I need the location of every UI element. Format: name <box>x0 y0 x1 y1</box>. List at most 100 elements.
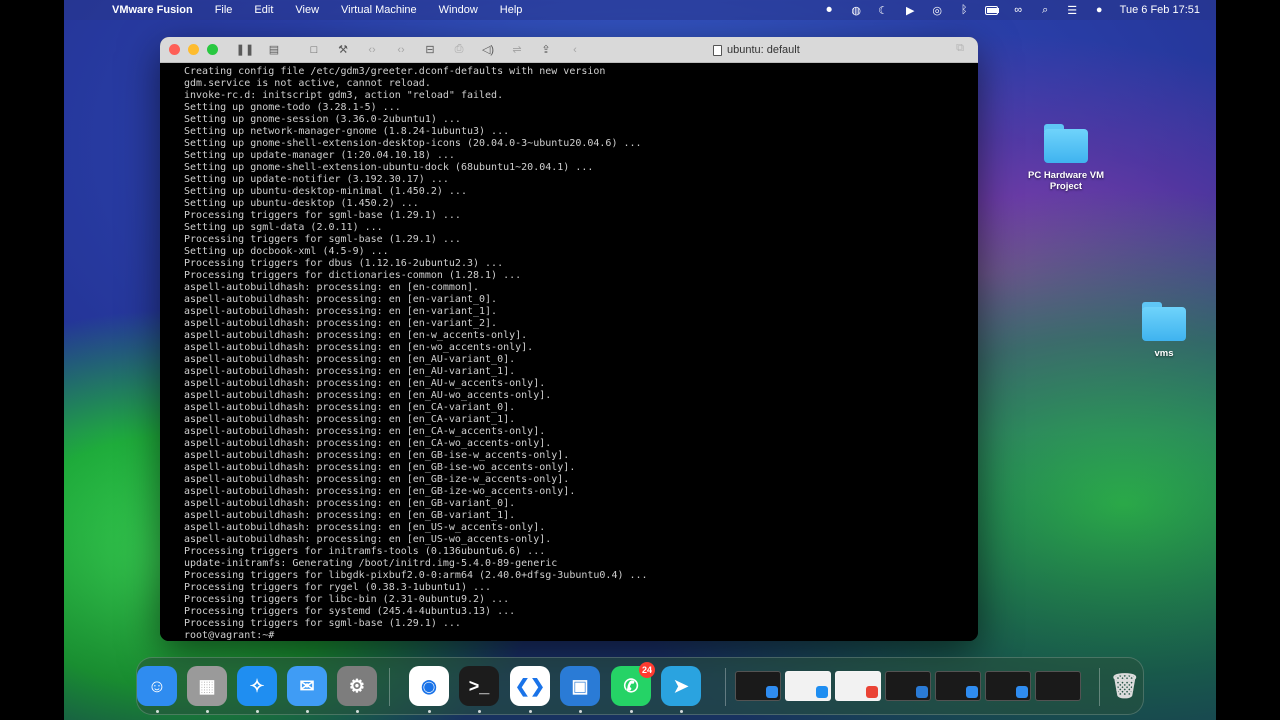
search-icon[interactable]: ⌕ <box>1039 4 1052 17</box>
terminal-line: aspell-autobuildhash: processing: en [en… <box>184 534 552 545</box>
terminal-line: Processing triggers for dbus (1.12.16-2u… <box>184 258 504 269</box>
zoom-button[interactable] <box>207 44 218 55</box>
terminal-line: aspell-autobuildhash: processing: en [en… <box>184 510 516 521</box>
minimized-window-thumbnail[interactable] <box>735 671 781 701</box>
terminal-line: Setting up ubuntu-desktop (1.450.2) ... <box>184 198 419 209</box>
terminal-line: Processing triggers for initramfs-tools … <box>184 546 546 557</box>
copy-icon[interactable]: ⧉ <box>956 42 964 55</box>
desktop: VMware Fusion File Edit View Virtual Mac… <box>64 0 1216 720</box>
terminal-line: aspell-autobuildhash: processing: en [en… <box>184 306 498 317</box>
terminal-line: Setting up gnome-shell-extension-ubuntu-… <box>184 162 594 173</box>
minimize-button[interactable] <box>188 44 199 55</box>
chrome-icon[interactable]: ◉ <box>409 666 449 706</box>
vm-window: ❚❚ ▤ □ ⚒ ‹› ‹› ⊟ ⎙ ◁) ⇌ ⇪ ‹ ubuntu: defa… <box>160 37 978 641</box>
printer-icon[interactable]: ⎙ <box>450 42 468 58</box>
code-icon[interactable]: ‹› <box>392 42 410 58</box>
vscode-icon[interactable]: ❮❯ <box>510 666 550 706</box>
back-forward-icon[interactable]: ‹› <box>363 42 381 58</box>
window-title-text: ubuntu: default <box>727 44 800 56</box>
play-icon[interactable]: ▶ <box>904 4 917 17</box>
battery-icon[interactable] <box>984 4 999 17</box>
terminal-line: aspell-autobuildhash: processing: en [en… <box>184 438 552 449</box>
terminal-line: Setting up gnome-session (3.36.0-2ubuntu… <box>184 114 461 125</box>
badge-icon[interactable]: ◍ <box>850 4 863 17</box>
terminal-line: Setting up ubuntu-desktop-minimal (1.450… <box>184 186 467 197</box>
record-icon[interactable]: ⏺ <box>823 4 836 17</box>
terminal-line: Processing triggers for libc-bin (2.31-0… <box>184 594 510 605</box>
terminal-line: aspell-autobuildhash: processing: en [en… <box>184 426 546 437</box>
drive-icon[interactable]: ⊟ <box>421 42 439 58</box>
folder-icon <box>1042 124 1090 164</box>
share-icon[interactable]: ⇪ <box>537 42 555 58</box>
terminal-line: aspell-autobuildhash: processing: en [en… <box>184 318 498 329</box>
link-icon[interactable]: ∞ <box>1012 4 1025 17</box>
terminal-line: aspell-autobuildhash: processing: en [en… <box>184 450 570 461</box>
clock[interactable]: Tue 6 Feb 17:51 <box>1120 4 1200 16</box>
airdrop-icon[interactable]: ◎ <box>931 4 944 17</box>
terminal-line: Setting up gnome-shell-extension-desktop… <box>184 138 642 149</box>
terminal-line: Setting up gnome-todo (3.28.1-5) ... <box>184 102 401 113</box>
menu-file[interactable]: File <box>215 4 233 16</box>
bluetooth-icon[interactable]: ᛒ <box>958 4 971 17</box>
launchpad-icon[interactable]: ▦ <box>187 666 227 706</box>
vmware-fusion-icon[interactable]: ▣ <box>560 666 600 706</box>
menu-app-name[interactable]: VMware Fusion <box>112 4 193 16</box>
whatsapp-icon[interactable]: ✆ 24 <box>611 662 655 706</box>
menu-view[interactable]: View <box>295 4 319 16</box>
menu-help[interactable]: Help <box>500 4 523 16</box>
terminal-icon[interactable]: >_ <box>459 666 499 706</box>
terminal-line: aspell-autobuildhash: processing: en [en… <box>184 462 576 473</box>
trash-icon[interactable]: 🗑 <box>1105 666 1145 706</box>
folder-vms[interactable]: vms <box>1119 302 1209 359</box>
finder-icon[interactable]: ☺ <box>137 666 177 706</box>
dock-separator <box>1099 668 1100 706</box>
mail-icon[interactable]: ✉ <box>287 666 327 706</box>
fullscreen-icon[interactable]: □ <box>305 42 323 58</box>
terminal-line: Setting up sgml-data (2.0.11) ... <box>184 222 383 233</box>
running-indicator <box>680 710 683 713</box>
wrench-icon[interactable]: ⚒ <box>334 42 352 58</box>
minimized-window-thumbnail[interactable] <box>835 671 881 701</box>
chevron-left-icon[interactable]: ‹ <box>566 42 584 58</box>
menu-window[interactable]: Window <box>439 4 478 16</box>
running-indicator <box>529 710 532 713</box>
terminal-line: aspell-autobuildhash: processing: en [en… <box>184 414 516 425</box>
minimized-window-thumbnail[interactable] <box>785 671 831 701</box>
terminal-line: Processing triggers for rygel (0.38.3-1u… <box>184 582 492 593</box>
minimized-window-thumbnail[interactable] <box>985 671 1031 701</box>
close-button[interactable] <box>169 44 180 55</box>
moon-icon[interactable]: ☾ <box>877 4 890 17</box>
minimized-window-thumbnail[interactable] <box>885 671 931 701</box>
folder-label: PC Hardware VM Project <box>1027 170 1105 192</box>
terminal-output[interactable]: Creating config file /etc/gdm3/greeter.d… <box>160 64 978 641</box>
telegram-icon[interactable]: ➤ <box>661 666 701 706</box>
terminal-line: aspell-autobuildhash: processing: en [en… <box>184 474 570 485</box>
app-badge-icon <box>966 686 978 698</box>
terminal-line: Processing triggers for libgdk-pixbuf2.0… <box>184 570 648 581</box>
terminal-line: Processing triggers for sgml-base (1.29.… <box>184 234 461 245</box>
siri-icon[interactable]: ● <box>1093 4 1106 17</box>
safari-icon[interactable]: ✧ <box>237 666 277 706</box>
control-center-icon[interactable]: ☰ <box>1066 4 1079 17</box>
terminal-line: gdm.service is not active, cannot reload… <box>184 78 431 89</box>
menu-virtual-machine[interactable]: Virtual Machine <box>341 4 417 16</box>
usb-icon[interactable]: ⇌ <box>508 42 526 58</box>
pause-icon[interactable]: ❚❚ <box>236 42 254 58</box>
sound-icon[interactable]: ◁) <box>479 42 497 58</box>
window-titlebar[interactable]: ❚❚ ▤ □ ⚒ ‹› ‹› ⊟ ⎙ ◁) ⇌ ⇪ ‹ ubuntu: defa… <box>160 37 978 63</box>
dock-separator <box>725 668 726 706</box>
folder-pc-hardware-vm-project[interactable]: PC Hardware VM Project <box>1021 124 1111 192</box>
terminal-line: Creating config file /etc/gdm3/greeter.d… <box>184 66 606 77</box>
minimized-window-thumbnail[interactable] <box>1035 671 1081 701</box>
terminal-line: aspell-autobuildhash: processing: en [en… <box>184 282 480 293</box>
dock: ☺ ▦ ✧ ✉ ⚙ ◉ >_ ❮❯ ▣ ✆ 24 ➤ 🗑 <box>136 657 1144 715</box>
minimized-window-thumbnail[interactable] <box>935 671 981 701</box>
snapshot-icon[interactable]: ▤ <box>265 42 283 58</box>
terminal-line: aspell-autobuildhash: processing: en [en… <box>184 330 528 341</box>
settings-icon[interactable]: ⚙ <box>337 666 377 706</box>
running-indicator <box>428 710 431 713</box>
menu-edit[interactable]: Edit <box>254 4 273 16</box>
status-area: ⏺ ◍ ☾ ▶ ◎ ᛒ ∞ ⌕ ☰ ● Tue 6 Feb 17:51 <box>823 0 1200 20</box>
folder-label: vms <box>1154 348 1174 359</box>
terminal-line: Processing triggers for sgml-base (1.29.… <box>184 618 461 629</box>
